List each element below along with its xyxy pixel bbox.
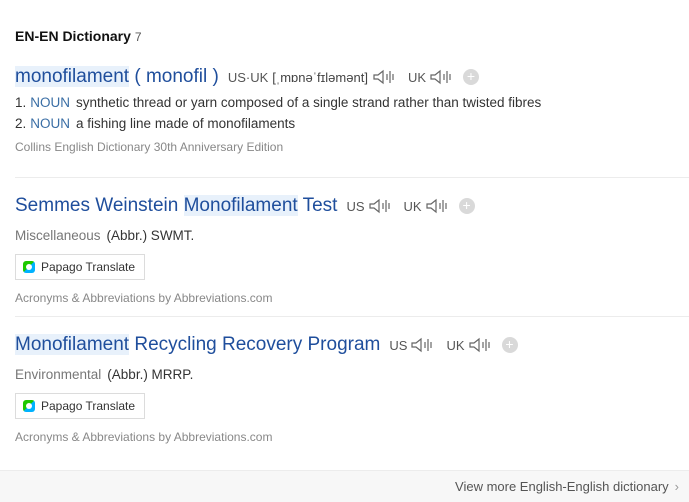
headword-prefix: Semmes Weinstein (15, 195, 184, 216)
meaning-number: 2. (15, 116, 27, 131)
divider (15, 177, 689, 178)
pronunciation: US UK (389, 337, 493, 353)
headword-main: monofilament (15, 66, 130, 87)
dictionary-entry: Semmes Weinstein Monofilament Test US UK… (15, 195, 689, 305)
speaker-icon[interactable] (429, 69, 455, 85)
speaker-icon[interactable] (468, 337, 494, 353)
speaker-icon[interactable] (425, 198, 451, 214)
papago-translate-button[interactable]: Papago Translate (15, 393, 146, 419)
papago-icon (23, 261, 35, 273)
speaker-icon[interactable] (368, 198, 394, 214)
plus-icon[interactable]: + (458, 198, 475, 214)
headword-variant: ( monofil ) (129, 66, 219, 87)
view-more-label: View more English-English dictionary (455, 479, 669, 494)
meaning-number: 1. (15, 95, 27, 110)
dictionary-source: Collins English Dictionary 30th Annivers… (15, 140, 284, 154)
region-label-us-uk: US·UK (227, 69, 269, 85)
speaker-icon[interactable] (410, 337, 436, 353)
papago-translate-label: Papago Translate (41, 260, 136, 274)
region-label-uk: UK (403, 198, 422, 214)
dictionary-entry: Monofilament Recycling Recovery Program … (15, 334, 689, 444)
headword-link[interactable]: Semmes Weinstein Monofilament Test (15, 195, 337, 217)
part-of-speech: NOUN (30, 116, 71, 131)
headword-highlight: Monofilament (183, 195, 298, 216)
headword-highlight: Monofilament (15, 334, 130, 355)
headword-suffix: Test (297, 195, 338, 216)
section-title-text: EN-EN Dictionary (15, 28, 131, 44)
meaning-text: synthetic thread or yarn composed of a s… (76, 95, 542, 110)
papago-translate-label: Papago Translate (41, 399, 136, 413)
chevron-right-icon: › (674, 479, 679, 494)
phonetic-transcription: [ˌmɒnəˈfɪləmənt] (272, 69, 368, 85)
divider (15, 316, 689, 317)
category-label: Miscellaneous (15, 228, 101, 243)
region-label-uk: UK (407, 69, 426, 85)
headword-suffix: Recycling Recovery Program (129, 334, 381, 355)
speaker-icon[interactable] (372, 69, 398, 85)
papago-translate-button[interactable]: Papago Translate (15, 254, 146, 280)
region-label-us: US (346, 198, 365, 214)
footer-bar: View more English-English dictionary › (0, 470, 689, 502)
pronunciation: US UK (346, 198, 450, 214)
result-count: 7 (134, 30, 142, 44)
meaning-text: a fishing line made of monofilaments (76, 116, 296, 131)
headword-link[interactable]: monofilament ( monofil ) (15, 66, 219, 88)
region-label-us: US (389, 337, 408, 353)
section-title: EN-EN Dictionary 7 (15, 28, 142, 44)
category-label: Environmental (15, 367, 102, 382)
dictionary-source: Acronyms & Abbreviations by Abbreviation… (15, 430, 273, 444)
dictionary-entry: monofilament ( monofil ) US·UK [ˌmɒnəˈfɪ… (15, 66, 689, 154)
meaning-item: 1. NOUN synthetic thread or yarn compose… (15, 95, 689, 110)
abbreviation: (Abbr.) MRRP. (107, 367, 194, 382)
region-label-uk: UK (446, 337, 465, 353)
plus-icon[interactable]: + (501, 337, 518, 353)
plus-icon[interactable]: + (463, 69, 479, 85)
headword-link[interactable]: Monofilament Recycling Recovery Program (15, 334, 380, 356)
meaning-item: 2. NOUN a fishing line made of monofilam… (15, 116, 689, 131)
abbreviation: (Abbr.) SWMT. (106, 228, 195, 243)
view-more-link[interactable]: View more English-English dictionary › (455, 479, 679, 494)
part-of-speech: NOUN (30, 95, 71, 110)
pronunciation: US·UK [ˌmɒnəˈfɪləmənt] UK (228, 69, 455, 85)
dictionary-source: Acronyms & Abbreviations by Abbreviation… (15, 291, 273, 305)
papago-icon (23, 400, 35, 412)
